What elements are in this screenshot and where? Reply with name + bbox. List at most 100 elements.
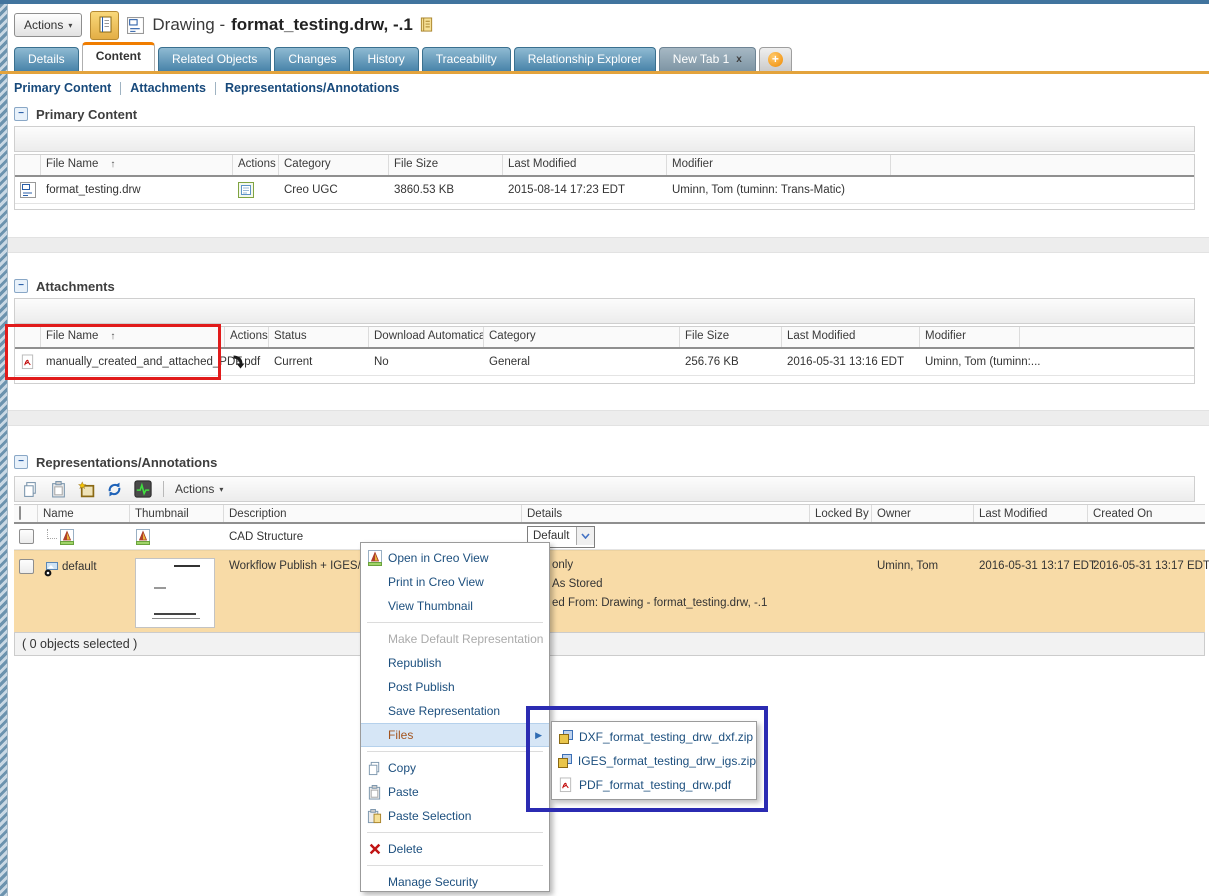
attachments-toolbar xyxy=(14,298,1195,324)
column-header-last-modified[interactable]: Last Modified xyxy=(974,505,1088,522)
tab-traceability[interactable]: Traceability xyxy=(421,47,511,71)
column-header-last-modified[interactable]: Last Modified xyxy=(782,327,920,347)
column-header-file-name[interactable]: File Name ↑ xyxy=(41,327,225,347)
menu-item-make-default-representation[interactable]: Make Default Representation xyxy=(361,627,549,651)
header-actions-button[interactable]: Actions ▾ xyxy=(14,13,83,37)
row-actions-icon[interactable] xyxy=(230,354,246,370)
collapse-section-icon[interactable]: − xyxy=(14,279,28,293)
created-on-cell: 2016-05-31 13:17 EDT xyxy=(1093,560,1209,572)
creo-view-icon[interactable] xyxy=(59,528,75,545)
tab-content[interactable]: Content xyxy=(81,42,156,71)
column-header-owner[interactable]: Owner xyxy=(872,505,974,522)
table-row[interactable]: CAD Structure Default xyxy=(14,524,1205,550)
representation-thumbnail[interactable] xyxy=(135,558,215,628)
menu-item-open-in-creo-view[interactable]: Open in Creo View xyxy=(361,546,549,570)
column-header-locked-by[interactable]: Locked By xyxy=(810,505,872,522)
tab-relationship-explorer[interactable]: Relationship Explorer xyxy=(513,47,656,71)
file-name-cell[interactable]: manually_created_and_attached_PDF.pdf xyxy=(41,349,260,375)
subnav-attachments[interactable]: Attachments xyxy=(130,81,206,95)
paste-icon[interactable] xyxy=(50,480,67,498)
column-header-details[interactable]: Details xyxy=(522,505,810,522)
subnav-representations[interactable]: Representations/Annotations xyxy=(225,81,399,95)
modifier-cell: Uminn, Tom (tuminn:... xyxy=(925,356,1041,368)
column-header-category[interactable]: Category xyxy=(484,327,680,347)
column-header-status[interactable]: Status xyxy=(269,327,369,347)
submenu-item-pdf[interactable]: PDF_format_testing_drw.pdf xyxy=(552,773,756,797)
menu-item-view-thumbnail[interactable]: View Thumbnail xyxy=(361,594,549,618)
menu-item-paste-selection[interactable]: Paste Selection xyxy=(361,804,549,828)
column-header-actions[interactable]: Actions xyxy=(225,327,269,347)
menu-item-save-representation[interactable]: Save Representation xyxy=(361,699,549,723)
column-header-file-name[interactable]: File Name ↑ xyxy=(41,155,233,175)
details-cell: only As Stored ed From: Drawing - format… xyxy=(522,551,810,633)
status-cell: Current xyxy=(274,356,313,368)
menu-item-manage-security[interactable]: Manage Security xyxy=(361,870,549,894)
column-header-name[interactable]: Name xyxy=(38,505,130,522)
top-border-strip xyxy=(0,0,1209,4)
column-header-actions[interactable]: Actions xyxy=(233,155,279,175)
column-header-description[interactable]: Description xyxy=(224,505,522,522)
details-line: only xyxy=(552,559,574,571)
pdf-file-icon xyxy=(21,354,34,370)
column-header-modifier[interactable]: Modifier xyxy=(920,327,1020,347)
copy-icon[interactable] xyxy=(22,481,39,498)
section-title: Attachments xyxy=(36,278,115,294)
menu-item-print-in-creo-view[interactable]: Print in Creo View xyxy=(361,570,549,594)
section-divider xyxy=(8,237,1209,253)
menu-item-republish[interactable]: Republish xyxy=(361,651,549,675)
tab-history[interactable]: History xyxy=(353,47,419,71)
collapse-section-icon[interactable]: − xyxy=(14,455,28,469)
column-header-thumbnail[interactable]: Thumbnail xyxy=(130,505,224,522)
representation-name[interactable]: default xyxy=(62,561,97,573)
column-header-last-modified[interactable]: Last Modified xyxy=(503,155,667,175)
primary-content-toolbar xyxy=(14,126,1195,152)
tab-changes[interactable]: Changes xyxy=(274,47,351,71)
subnav-primary-content[interactable]: Primary Content xyxy=(14,81,111,95)
collapse-section-icon[interactable]: − xyxy=(14,107,28,121)
menu-item-post-publish[interactable]: Post Publish xyxy=(361,675,549,699)
menu-item-delete[interactable]: Delete xyxy=(361,837,549,861)
table-status-bar: ( 0 objects selected ) xyxy=(14,632,1205,656)
section-divider xyxy=(8,410,1209,426)
select-all-checkbox[interactable] xyxy=(19,506,21,520)
notebook-toolbar-button[interactable] xyxy=(90,10,120,40)
file-name-cell[interactable]: format_testing.drw xyxy=(41,177,233,203)
menu-item-copy[interactable]: Copy xyxy=(361,756,549,780)
representations-actions-button[interactable]: Actions ▾ xyxy=(175,482,223,496)
column-header-modifier[interactable]: Modifier xyxy=(667,155,891,175)
submenu-item-iges-zip[interactable]: IGES_format_testing_drw_igs.zip xyxy=(552,749,756,773)
tab-new-tab-1[interactable]: New Tab 1 x xyxy=(658,47,756,71)
representations-table: Name Thumbnail Description Details Locke… xyxy=(14,504,1209,633)
table-row[interactable]: format_testing.drw Creo UGC 3860.53 KB 2… xyxy=(15,177,1194,204)
row-checkbox[interactable] xyxy=(19,529,34,544)
column-header-file-size[interactable]: File Size xyxy=(389,155,503,175)
table-row[interactable]: manually_created_and_attached_PDF.pdf Cu… xyxy=(15,349,1194,376)
submenu-item-dxf-zip[interactable]: DXF_format_testing_drw_dxf.zip xyxy=(552,725,756,749)
notebook-small-icon[interactable] xyxy=(419,17,434,33)
content-subnav: Primary Content Attachments Representati… xyxy=(14,79,399,97)
add-tab-button[interactable]: + xyxy=(758,47,792,71)
file-size-cell: 3860.53 KB xyxy=(394,184,455,196)
column-header-category[interactable]: Category xyxy=(279,155,389,175)
row-checkbox[interactable] xyxy=(19,559,34,574)
primary-content-table: File Name ↑ Actions Category File Size La… xyxy=(14,154,1195,210)
row-actions-icon[interactable] xyxy=(238,182,254,198)
job-monitor-icon[interactable] xyxy=(134,480,152,498)
table-row-selected[interactable]: default Workflow Publish + IGES/D only A… xyxy=(14,550,1209,633)
column-header-created-on[interactable]: Created On xyxy=(1088,505,1205,522)
download-automatically-cell: No xyxy=(374,356,389,368)
new-representation-icon[interactable] xyxy=(78,480,95,498)
details-line: ed From: Drawing - format_testing.drw, -… xyxy=(552,597,768,609)
creo-view-icon[interactable] xyxy=(135,528,151,545)
close-tab-icon[interactable]: x xyxy=(736,54,742,65)
tab-related-objects[interactable]: Related Objects xyxy=(158,47,272,71)
subnav-divider xyxy=(214,81,216,95)
menu-divider xyxy=(367,865,543,866)
menu-item-files[interactable]: Files ▶ xyxy=(361,723,549,747)
column-header-download-automatically[interactable]: Download Automatically xyxy=(369,327,484,347)
tab-details[interactable]: Details xyxy=(14,47,79,71)
representations-heading: − Representations/Annotations xyxy=(14,454,217,470)
column-header-file-size[interactable]: File Size xyxy=(680,327,782,347)
menu-item-paste[interactable]: Paste xyxy=(361,780,549,804)
refresh-icon[interactable] xyxy=(106,481,123,498)
